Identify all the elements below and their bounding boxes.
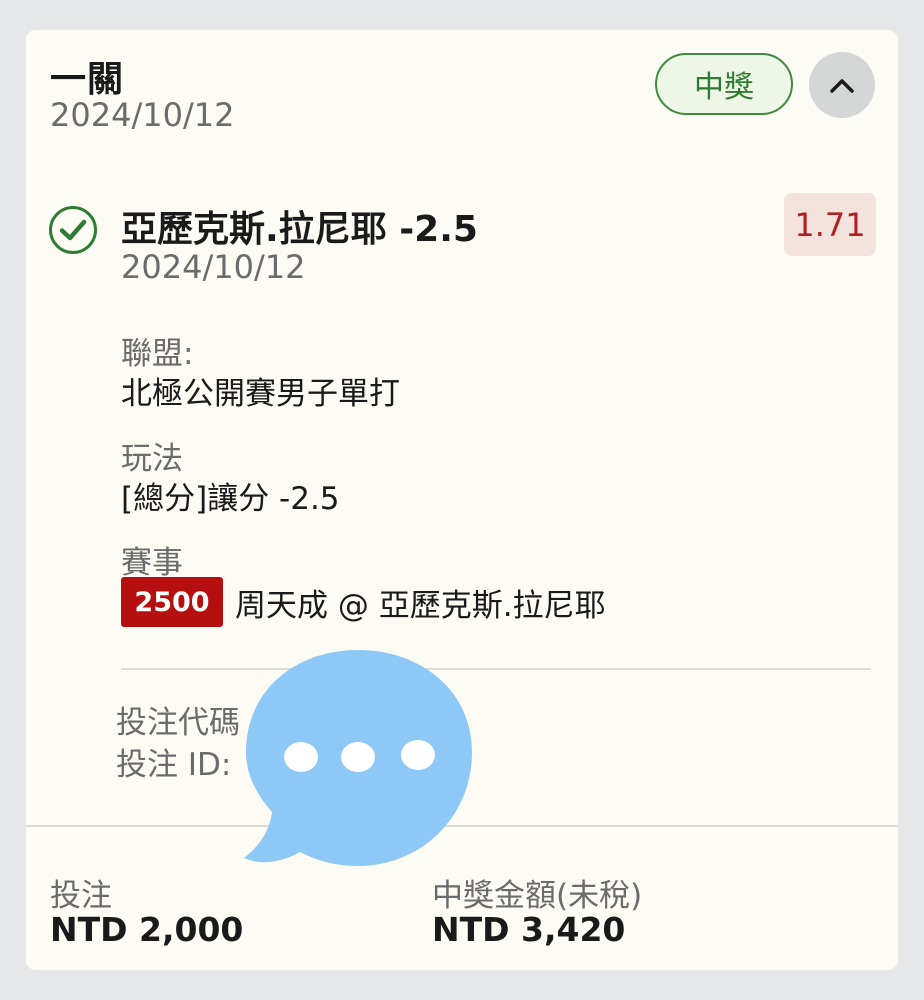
play-value: [總分]讓分 -2.5 — [121, 481, 340, 517]
play-label: 玩法 — [121, 441, 183, 477]
collapse-button[interactable] — [809, 52, 875, 118]
odds-badge: 1.71 — [784, 193, 876, 256]
chevron-up-icon — [830, 79, 854, 93]
payout-label: 中獎金額(未稅) — [432, 878, 643, 914]
event-code-badge: 2500 — [121, 577, 223, 627]
event-row: 2500 周天成 @ 亞歷克斯.拉尼耶 — [121, 577, 606, 627]
check-circle-icon — [49, 206, 97, 254]
bet-code-label: 投注代碼 — [116, 705, 240, 741]
stake-value: NTD 2,000 — [50, 910, 244, 949]
event-name: 周天成 @ 亞歷克斯.拉尼耶 — [235, 587, 606, 624]
league-value: 北極公開賽男子單打 — [121, 376, 400, 412]
payout-value: NTD 3,420 — [432, 910, 626, 949]
bet-id-label: 投注 ID: — [116, 747, 232, 783]
section-divider — [121, 668, 871, 670]
ticket-title: 一關 — [50, 59, 125, 100]
selection-date: 2024/10/12 — [121, 248, 306, 286]
chat-bubble-icon[interactable] — [242, 648, 474, 866]
stake-label: 投注 — [50, 878, 112, 914]
event-label: 賽事 — [121, 545, 183, 581]
league-label: 聯盟: — [121, 336, 194, 372]
selection-name: 亞歷克斯.拉尼耶 -2.5 — [121, 209, 478, 250]
ticket-date: 2024/10/12 — [50, 96, 235, 134]
status-badge: 中獎 — [655, 53, 793, 115]
